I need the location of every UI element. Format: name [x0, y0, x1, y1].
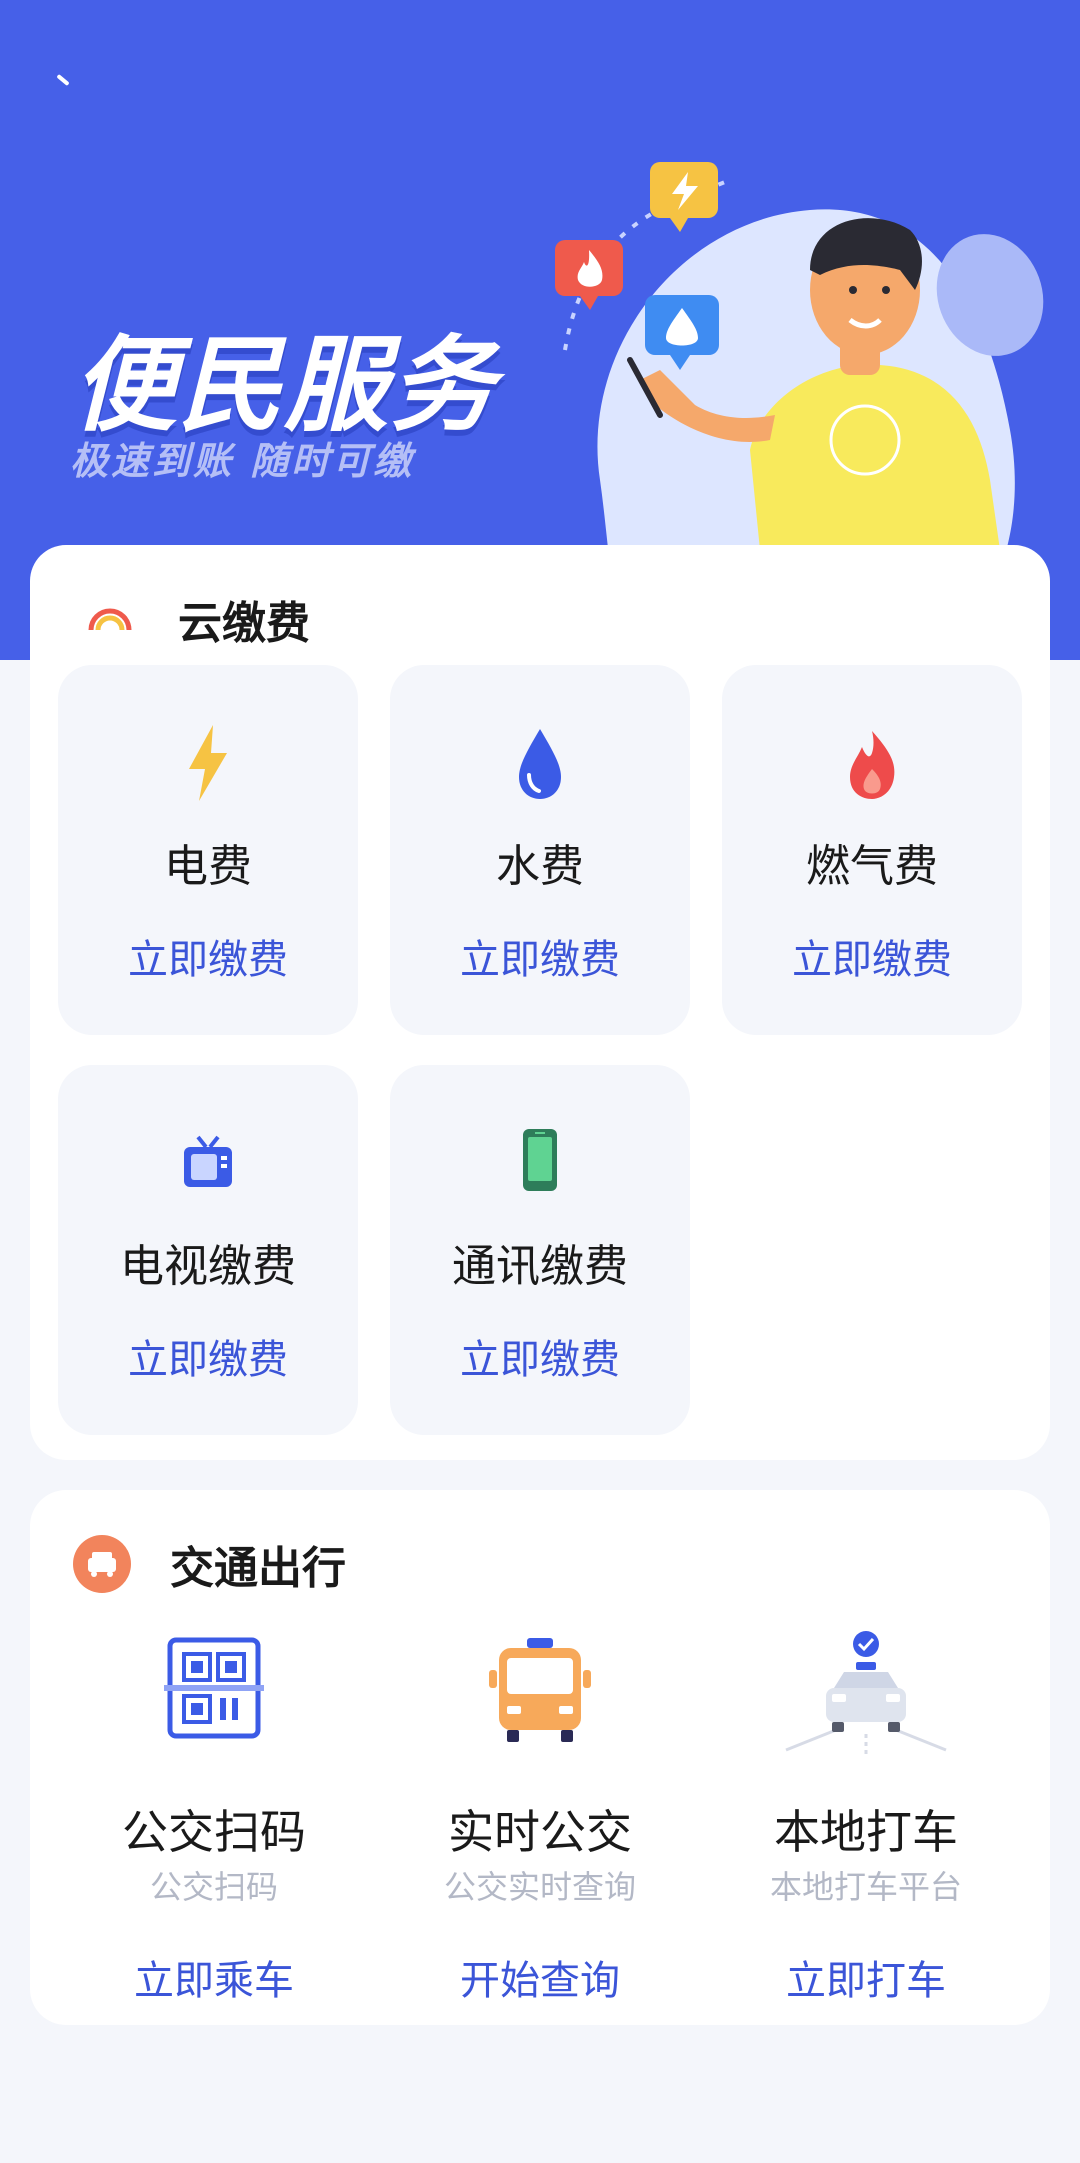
transit-desc: 公交扫码: [149, 1868, 278, 1906]
tile-gas[interactable]: 燃气费 立即缴费: [722, 665, 1022, 1035]
pay-now-link[interactable]: 立即缴费: [390, 1327, 690, 1385]
bus-icon: [380, 1630, 700, 1770]
transport-header: 交通出行: [72, 1534, 346, 1594]
transit-local-taxi[interactable]: 本地打车 本地打车平台 立即打车: [706, 1630, 1026, 2050]
tile-name: 水费: [496, 841, 584, 892]
water-drop-icon: [390, 723, 690, 803]
transit-name: 实时公交: [448, 1805, 632, 1859]
transport-title: 交通出行: [170, 1543, 346, 1594]
transit-name: 公交扫码: [122, 1805, 306, 1859]
query-now-link[interactable]: 开始查询: [380, 1948, 700, 2006]
taxi-icon: [706, 1630, 1026, 1770]
tile-name: 电费: [164, 841, 252, 892]
tile-name: 电视缴费: [120, 1241, 296, 1292]
flame-bubble-icon: [555, 240, 623, 310]
banner-subtitle: 极速到账 随时可缴: [70, 439, 415, 483]
tile-tv[interactable]: 电视缴费 立即缴费: [58, 1065, 358, 1435]
ride-now-link[interactable]: 立即乘车: [54, 1948, 374, 2006]
cloud-pay-card: 云缴费 电费 立即缴费 水费 立即缴费 燃气费 立即缴费 电视缴费 立即缴费 通…: [30, 545, 1050, 1460]
lightning-bubble-icon: [650, 162, 718, 232]
cloud-pay-title: 云缴费: [178, 598, 310, 649]
car-badge-icon: [72, 1534, 132, 1594]
transport-card: 交通出行 公交扫码 公交扫码 立即乘车 实时公交 公交实时查询 开始查询 本地打…: [30, 1490, 1050, 2025]
tile-water[interactable]: 水费 立即缴费: [390, 665, 690, 1035]
flame-icon: [722, 723, 1022, 803]
pay-now-link[interactable]: 立即缴费: [722, 927, 1022, 985]
transit-desc: 公交实时查询: [443, 1868, 636, 1906]
banner-title: 便民服务: [72, 324, 497, 446]
tile-telecom[interactable]: 通讯缴费 立即缴费: [390, 1065, 690, 1435]
pay-now-link[interactable]: 立即缴费: [390, 927, 690, 985]
phone-icon: [390, 1123, 690, 1203]
cloud-pay-header: 云缴费: [80, 589, 310, 649]
tile-name: 通讯缴费: [452, 1241, 628, 1292]
tile-electricity[interactable]: 电费 立即缴费: [58, 665, 358, 1035]
transit-bus-scan[interactable]: 公交扫码 公交扫码 立即乘车: [54, 1630, 374, 2050]
rainbow-icon: [80, 589, 140, 649]
transit-name: 本地打车: [774, 1805, 958, 1859]
lightning-icon: [58, 723, 358, 803]
transit-desc: 本地打车平台: [769, 1868, 962, 1906]
tile-name: 燃气费: [806, 841, 938, 892]
status-indicator: [56, 73, 70, 87]
tv-icon: [58, 1123, 358, 1203]
transit-realtime-bus[interactable]: 实时公交 公交实时查询 开始查询: [380, 1630, 700, 2050]
qr-scan-icon: [54, 1630, 374, 1770]
pay-now-link[interactable]: 立即缴费: [58, 927, 358, 985]
pay-now-link[interactable]: 立即缴费: [58, 1327, 358, 1385]
take-taxi-link[interactable]: 立即打车: [706, 1948, 1026, 2006]
